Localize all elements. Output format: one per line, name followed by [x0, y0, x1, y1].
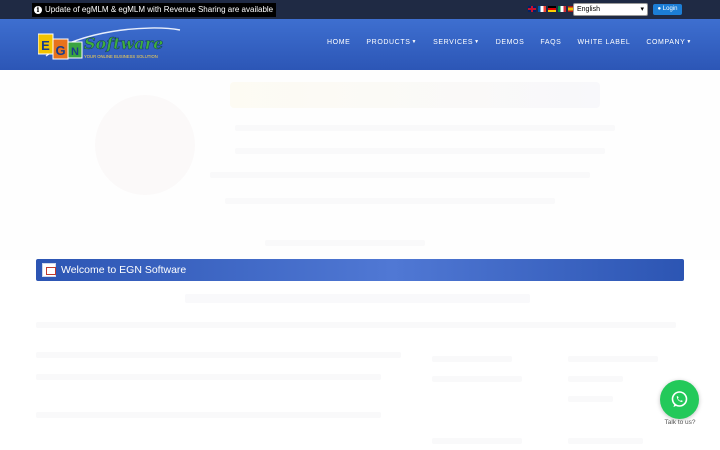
- faded-list-line: [432, 376, 522, 382]
- it-flag-icon[interactable]: [558, 6, 566, 12]
- faded-hero-line: [235, 148, 605, 154]
- site-header: E G N Software YOUR ONLINE BUSINESS SOLU…: [0, 19, 720, 70]
- nav-home[interactable]: HOME: [327, 39, 350, 46]
- nav-faqs-label: FAQS: [540, 39, 562, 46]
- faded-hero-line: [225, 198, 555, 204]
- nav-company-label: COMPANY: [646, 39, 686, 46]
- faded-hero-line: [235, 125, 615, 131]
- caret-down-icon: ▼: [411, 39, 418, 46]
- fr-flag-icon[interactable]: [538, 6, 546, 12]
- faded-hero-title: [230, 82, 600, 108]
- caret-down-icon: ▼: [474, 39, 480, 46]
- faded-list-line: [432, 356, 512, 362]
- nav-demos-label: DEMOS: [495, 39, 525, 46]
- nav-products[interactable]: PRODUCTS▼: [366, 39, 417, 46]
- faded-hero-line: [265, 240, 425, 246]
- window-icon: [42, 263, 56, 277]
- language-select-value: English: [577, 6, 600, 13]
- welcome-title: Welcome to EGN Software: [61, 264, 187, 276]
- nav-white-label[interactable]: WHITE LABEL: [577, 39, 630, 46]
- announcement-notice[interactable]: i Update of egMLM & egMLM with Revenue S…: [32, 3, 277, 17]
- nav-home-label: HOME: [327, 39, 351, 46]
- logo-n: N: [71, 46, 79, 58]
- logo-g: G: [55, 43, 65, 58]
- gb-flag-icon[interactable]: [528, 6, 536, 12]
- chevron-down-icon: ▾: [640, 6, 644, 13]
- announcement-text: Update of egMLM & egMLM with Revenue Sha…: [45, 5, 274, 14]
- faded-body-line: [36, 374, 381, 380]
- whatsapp-chat-button[interactable]: [660, 380, 699, 419]
- login-label: Login: [662, 6, 678, 12]
- main-nav: HOME PRODUCTS▼ SERVICES▼ DEMOS FAQS WHIT…: [327, 39, 692, 46]
- faded-body-line: [36, 352, 401, 358]
- info-icon: i: [34, 6, 42, 14]
- faded-list-line: [568, 356, 658, 362]
- faded-hero-image: [95, 95, 195, 195]
- egn-software-logo[interactable]: E G N Software YOUR ONLINE BUSINESS SOLU…: [38, 26, 184, 64]
- language-flags: [528, 6, 576, 12]
- caret-down-icon: ▼: [686, 39, 692, 46]
- user-icon: ●: [657, 6, 662, 12]
- welcome-banner: Welcome to EGN Software: [36, 259, 684, 281]
- faded-list-line: [568, 376, 623, 382]
- nav-company[interactable]: COMPANY▼: [646, 39, 692, 46]
- nav-demos[interactable]: DEMOS: [496, 39, 525, 46]
- faded-list-line: [568, 438, 643, 444]
- faded-subheading: [185, 294, 530, 303]
- faded-list-line: [568, 396, 613, 402]
- login-button[interactable]: ● Login: [653, 4, 682, 15]
- faded-list-line: [432, 438, 522, 444]
- chat-label: Talk to us?: [664, 419, 696, 426]
- nav-services[interactable]: SERVICES▼: [433, 39, 480, 46]
- faded-body-line: [36, 412, 381, 418]
- faded-body-line: [36, 322, 676, 328]
- de-flag-icon[interactable]: [548, 6, 556, 12]
- logo-software-text: Software: [84, 34, 163, 53]
- whatsapp-icon: [671, 391, 688, 407]
- logo-tagline: YOUR ONLINE BUSINESS SOLUTION: [84, 54, 158, 59]
- nav-white-label-label: WHITE LABEL: [577, 39, 631, 46]
- faded-hero-line: [210, 172, 590, 178]
- nav-products-label: PRODUCTS: [366, 39, 411, 46]
- top-announcement-bar: i Update of egMLM & egMLM with Revenue S…: [0, 0, 720, 19]
- language-select[interactable]: English ▾: [573, 3, 648, 16]
- nav-faqs[interactable]: FAQS: [540, 39, 561, 46]
- nav-services-label: SERVICES: [433, 39, 474, 46]
- logo-e: E: [41, 38, 50, 53]
